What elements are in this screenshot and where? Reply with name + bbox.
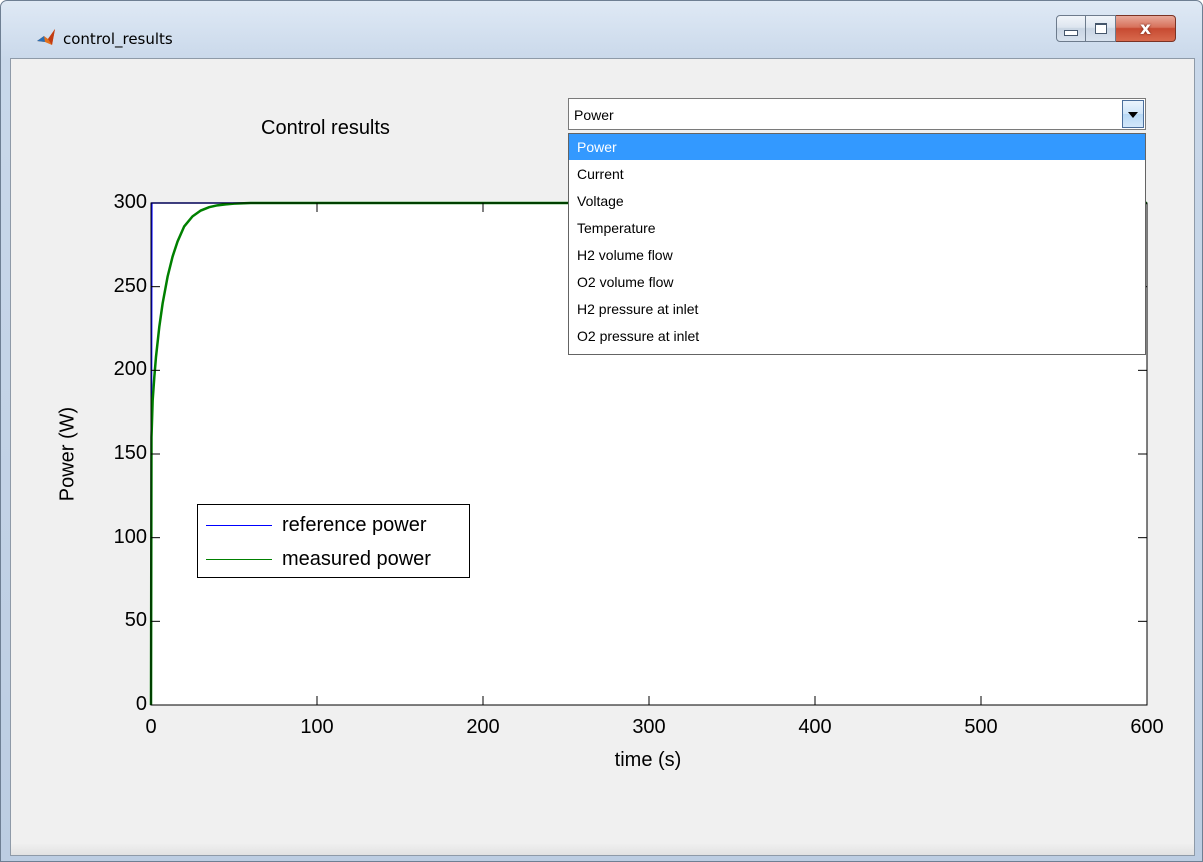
chevron-down-icon (1128, 112, 1138, 118)
select-value: Power (574, 107, 614, 123)
option-h2-pressure[interactable]: H2 pressure at inlet (569, 296, 1145, 322)
option-temperature[interactable]: Temperature (569, 215, 1145, 241)
legend-label-reference: reference power (282, 513, 427, 536)
option-h2-volume-flow[interactable]: H2 volume flow (569, 242, 1145, 268)
chart-legend[interactable]: reference power measured power (197, 504, 470, 578)
option-current[interactable]: Current (569, 161, 1145, 187)
x-tick-label: 300 (632, 716, 666, 738)
x-tick-label: 400 (798, 716, 832, 738)
legend-line-measured (206, 558, 272, 560)
y-tick-label: 0 (135, 693, 147, 715)
plot-variable-select[interactable]: Power (568, 98, 1146, 130)
dropdown-options-list[interactable]: Power Current Voltage Temperature H2 vol… (568, 133, 1146, 355)
option-o2-pressure[interactable]: O2 pressure at inlet (569, 323, 1145, 349)
x-tick-label: 200 (466, 716, 500, 738)
y-axis-label: Power (W) (56, 406, 79, 502)
x-tick-label: 100 (300, 716, 334, 738)
x-tick-label: 600 (1130, 716, 1164, 738)
dropdown-arrow-button[interactable] (1122, 100, 1144, 128)
option-voltage[interactable]: Voltage (569, 188, 1145, 214)
x-axis-label: time (s) (614, 749, 682, 771)
legend-item-reference: reference power (206, 513, 427, 537)
option-power[interactable]: Power (569, 134, 1145, 160)
option-o2-volume-flow[interactable]: O2 volume flow (569, 269, 1145, 295)
x-tick-label: 500 (964, 716, 998, 738)
y-tick-label: 150 (113, 442, 147, 464)
y-tick-label: 50 (124, 609, 147, 632)
y-tick-label: 250 (113, 274, 147, 297)
legend-line-reference (206, 524, 272, 526)
legend-item-measured: measured power (206, 547, 431, 571)
x-tick-label: 0 (145, 716, 157, 738)
y-tick-label: 300 (113, 191, 147, 213)
y-tick-label: 100 (113, 525, 147, 548)
legend-label-measured: measured power (282, 547, 431, 570)
y-tick-label: 200 (113, 358, 147, 381)
